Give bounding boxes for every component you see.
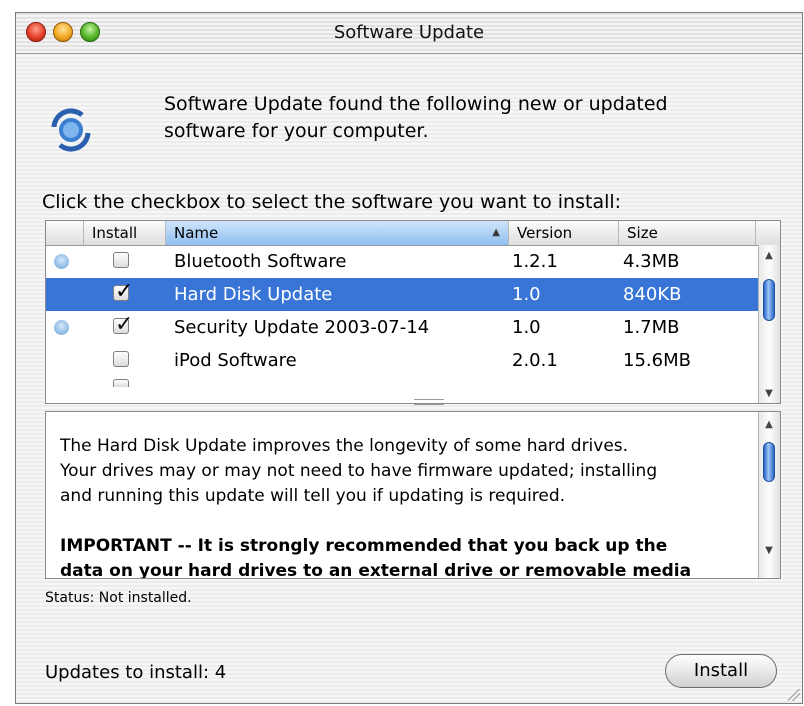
row-size: 4.3MB	[623, 251, 680, 272]
resize-grip-icon[interactable]	[788, 689, 800, 701]
update-list: Install Name ▲ Version Size Bluetooth So…	[45, 220, 781, 404]
important-line: IMPORTANT -- It is strongly recommended …	[60, 536, 668, 556]
install-column-header[interactable]: Install	[84, 221, 166, 245]
install-checkbox[interactable]	[113, 252, 129, 268]
scroll-down-arrow-icon[interactable]: ▼	[759, 385, 779, 403]
software-update-icon	[51, 108, 91, 152]
table-row[interactable]: Bluetooth Software 1.2.1 4.3MB	[46, 245, 758, 278]
row-size: 15.6MB	[623, 350, 691, 371]
description-pane: The Hard Disk Update improves the longev…	[45, 411, 781, 579]
info-icon[interactable]	[54, 254, 69, 269]
name-column-header[interactable]: Name ▲	[166, 221, 509, 245]
description-line: Your drives may or may not need to have …	[60, 461, 658, 481]
description-line: The Hard Disk Update improves the longev…	[60, 436, 629, 456]
list-rows: Bluetooth Software 1.2.1 4.3MB ✓ Hard Di…	[46, 245, 758, 387]
description-line: and running this update will tell you if…	[60, 486, 566, 506]
description-scrollbar[interactable]: ▲ ▼	[758, 412, 780, 578]
updates-count: Updates to install: 4	[45, 662, 227, 683]
version-column-header[interactable]: Version	[509, 221, 619, 245]
intro-line-2: software for your computer.	[164, 120, 429, 142]
intro-line-1: Software Update found the following new …	[164, 93, 668, 115]
instruction-text: Click the checkbox to select the softwar…	[42, 191, 622, 213]
table-row[interactable]: ✓ Security Update 2003-07-14 1.0 1.7MB	[46, 311, 758, 344]
row-size: 840KB	[623, 284, 682, 305]
row-version: 1.2.1	[512, 251, 558, 272]
table-row[interactable]: ✓ Hard Disk Update 1.0 840KB	[46, 278, 758, 311]
row-version: 1.0	[512, 284, 541, 305]
table-row[interactable]: iPod Software 2.0.1 15.6MB	[46, 344, 758, 377]
row-version: 2.0.1	[512, 350, 558, 371]
scroll-up-arrow-icon[interactable]: ▲	[759, 247, 779, 265]
important-notice: IMPORTANT -- It is strongly recommended …	[60, 534, 750, 579]
status-text: Status: Not installed.	[45, 590, 192, 606]
software-update-window: Software Update Software Update found th…	[15, 12, 803, 704]
header-corner	[756, 221, 780, 245]
size-column-header[interactable]: Size	[619, 221, 756, 245]
row-name: iPod Software	[174, 350, 297, 371]
description-text: The Hard Disk Update improves the longev…	[60, 434, 740, 509]
row-name: Bluetooth Software	[174, 251, 347, 272]
checkmark-icon: ✓	[115, 279, 134, 304]
install-button[interactable]: Install	[665, 654, 777, 688]
scroll-up-arrow-icon[interactable]: ▲	[759, 416, 779, 434]
intro-message: Software Update found the following new …	[164, 91, 764, 145]
scroll-thumb[interactable]	[763, 442, 775, 482]
list-scrollbar[interactable]: ▲ ▼	[758, 245, 780, 403]
install-checkbox[interactable]	[113, 379, 129, 387]
table-row-partial	[46, 377, 758, 387]
pane-splitter[interactable]	[414, 399, 444, 405]
info-column-header[interactable]	[46, 221, 84, 245]
install-checkbox[interactable]	[113, 351, 129, 367]
window-title: Software Update	[333, 22, 485, 43]
row-name: Hard Disk Update	[174, 284, 333, 305]
scroll-down-arrow-icon[interactable]: ▼	[759, 542, 779, 560]
title-bar[interactable]: Software Update	[16, 13, 802, 54]
name-column-label: Name	[174, 224, 219, 242]
row-name: Security Update 2003-07-14	[174, 317, 430, 338]
info-icon[interactable]	[54, 320, 69, 335]
row-size: 1.7MB	[623, 317, 680, 338]
row-version: 1.0	[512, 317, 541, 338]
list-header: Install Name ▲ Version Size	[46, 221, 780, 246]
important-line: data on your hard drives to an external …	[60, 561, 692, 579]
sort-ascending-icon: ▲	[492, 227, 500, 238]
checkmark-icon: ✓	[115, 312, 134, 337]
scroll-thumb[interactable]	[763, 279, 775, 321]
